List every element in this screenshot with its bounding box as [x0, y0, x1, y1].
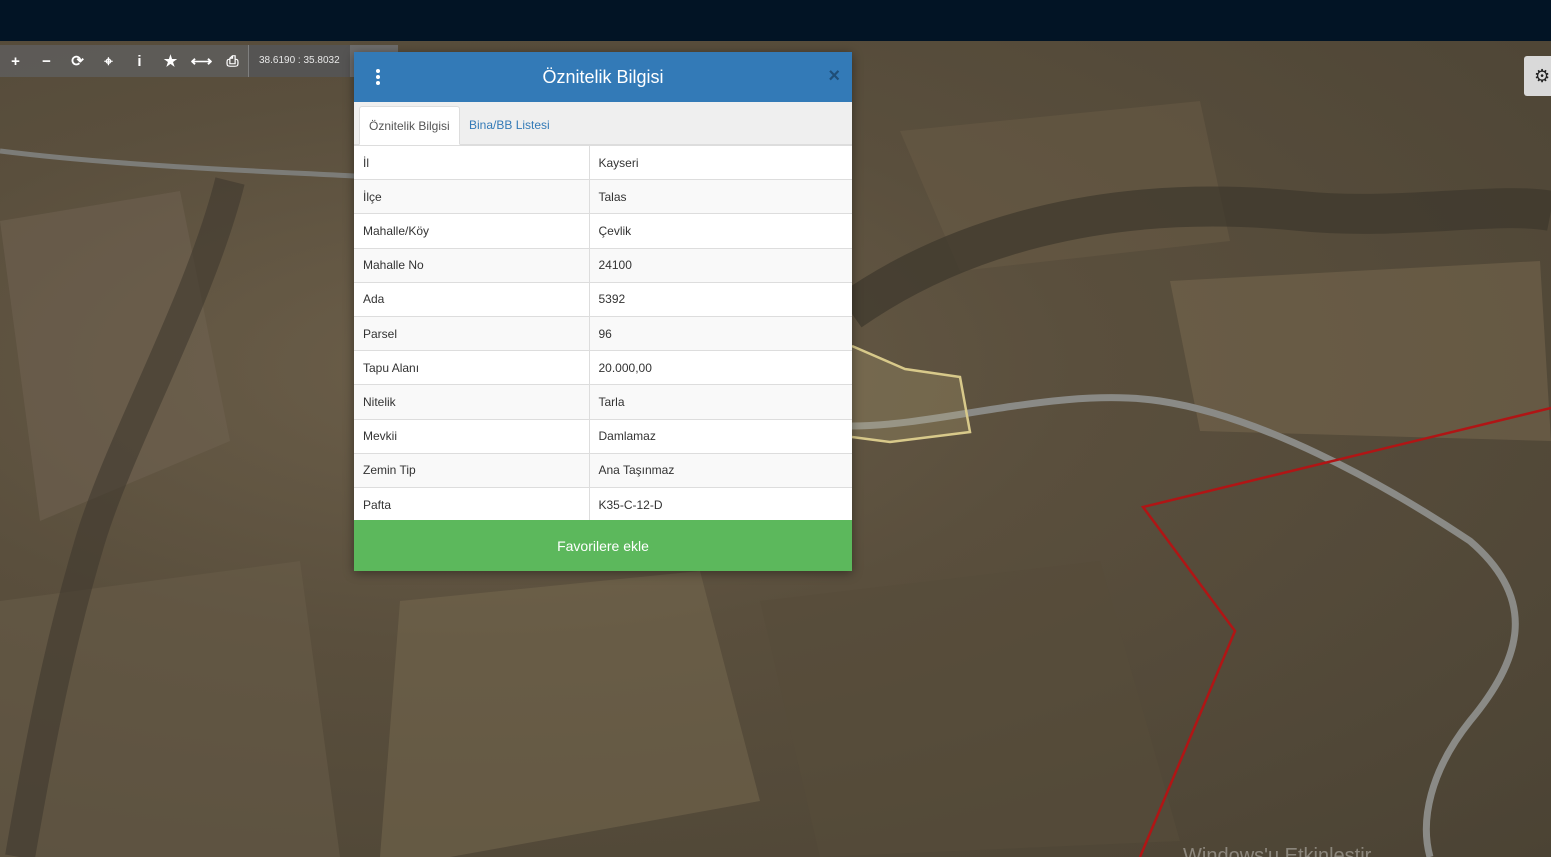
table-row: Parsel 96: [354, 315, 852, 351]
settings-button[interactable]: ⚙: [1524, 56, 1551, 96]
table-row: Mevkii Damlamaz: [354, 418, 852, 454]
attribute-key: Mahalle No: [354, 247, 590, 283]
activation-watermark: Windows'u Etkinleştir: [1183, 845, 1372, 857]
map-toolbar: + − ⟳ ⌖ i ★ ⟷ ⎙ 38.6190 : 35.8032: [0, 45, 398, 77]
table-row: Nitelik Tarla: [354, 384, 852, 419]
attribute-table: İl Kayseri İlçe Talas Mahalle/Köy Çevlik Mahal…: [354, 144, 852, 522]
measure-icon[interactable]: ⟷: [186, 45, 217, 77]
attribute-key: Pafta: [354, 486, 590, 522]
attribute-key: Zemin Tip: [354, 452, 590, 488]
close-icon[interactable]: ×: [828, 65, 840, 88]
add-to-favorites-button[interactable]: Favorilere ekle: [354, 520, 852, 571]
tab-building-list[interactable]: Bina/BB Listesi: [460, 106, 559, 145]
tab-attribute-info[interactable]: Öznitelik Bilgisi: [359, 106, 460, 145]
table-row: Pafta K35-C-12-D: [354, 486, 852, 522]
attribute-value: K35-C-12-D: [589, 486, 852, 522]
attribute-value: Kayseri: [589, 144, 852, 180]
attribute-value: Ana Taşınmaz: [589, 452, 852, 488]
refresh-icon[interactable]: ⟳: [62, 45, 93, 77]
attribute-value: 24100: [589, 247, 852, 283]
attribute-key: Tapu Alanı: [354, 350, 590, 385]
table-row: Mahalle No 24100: [354, 247, 852, 283]
attribute-key: Mevkii: [354, 418, 590, 454]
attribute-key: İl: [354, 144, 590, 180]
attribute-key: İlçe: [354, 179, 590, 214]
table-row: İlçe Talas: [354, 179, 852, 214]
dialog-title: Öznitelik Bilgisi: [542, 66, 664, 87]
attribute-value: 96: [589, 315, 852, 351]
print-icon[interactable]: ⎙: [217, 45, 248, 77]
attribute-value: 5392: [589, 281, 852, 317]
table-row: İl Kayseri: [354, 144, 852, 180]
attribute-key: Nitelik: [354, 384, 590, 419]
attribute-value: Tarla: [589, 384, 852, 419]
dialog-tabs: Öznitelik Bilgisi Bina/BB Listesi: [354, 102, 852, 145]
table-row: Zemin Tip Ana Taşınmaz: [354, 452, 852, 488]
dialog-header: Öznitelik Bilgisi ×: [354, 52, 852, 102]
locate-icon[interactable]: ⌖: [93, 45, 124, 77]
top-bar: [0, 0, 1551, 41]
table-row: Ada 5392: [354, 281, 852, 317]
attribute-key: Parsel: [354, 315, 590, 351]
table-row: Tapu Alanı 20.000,00: [354, 350, 852, 385]
attribute-value: 20.000,00: [589, 350, 852, 385]
info-icon[interactable]: i: [124, 45, 155, 77]
more-menu-icon[interactable]: [372, 66, 384, 88]
coordinate-readout: 38.6190 : 35.8032: [248, 45, 350, 77]
attribute-value: Talas: [589, 179, 852, 214]
star-icon[interactable]: ★: [155, 45, 186, 77]
attribute-key: Mahalle/Köy: [354, 213, 590, 249]
gear-icon: ⚙: [1534, 65, 1551, 86]
attribute-info-dialog: Öznitelik Bilgisi × Öznitelik Bilgisi Bi…: [354, 52, 852, 571]
attribute-value: Damlamaz: [589, 418, 852, 454]
attribute-key: Ada: [354, 281, 590, 317]
zoom-in-icon[interactable]: +: [0, 45, 31, 77]
zoom-out-icon[interactable]: −: [31, 45, 62, 77]
table-row: Mahalle/Köy Çevlik: [354, 213, 852, 249]
attribute-value: Çevlik: [589, 213, 852, 249]
